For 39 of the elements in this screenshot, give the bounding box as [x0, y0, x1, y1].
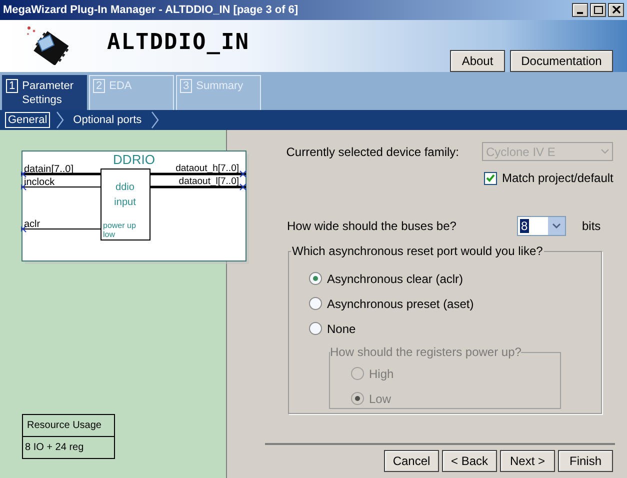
- radio-button[interactable]: [309, 272, 322, 285]
- radio-label: High: [369, 366, 394, 382]
- wizard-tab[interactable]: 1 Parameter Settings: [2, 75, 87, 110]
- device-family-label: Currently selected device family:: [286, 144, 459, 160]
- wizard-button[interactable]: < Back: [442, 450, 497, 472]
- maximize-button[interactable]: [590, 3, 606, 17]
- bus-width-label: How wide should the buses be?: [287, 218, 458, 235]
- radio-label: Low: [369, 390, 392, 408]
- minimize-button[interactable]: [572, 3, 588, 17]
- checkmark-icon: [486, 174, 495, 182]
- radio-label: None: [327, 320, 356, 338]
- wizard-button[interactable]: Finish: [558, 450, 613, 472]
- bits-unit: bits: [582, 218, 601, 235]
- close-icon: [612, 6, 620, 14]
- wizard-button[interactable]: Next >: [500, 450, 555, 472]
- close-button[interactable]: [608, 3, 624, 17]
- chevron-icon: [56, 111, 64, 129]
- ddrio-symbol-drawing: DDRIO ddio input power up low datain[7..0] inclock aclr dataout_h[7..0] dataout_l[7..0]: [21, 150, 251, 266]
- radio-label: Asynchronous clear (aclr): [327, 270, 464, 288]
- wizard-button[interactable]: About: [450, 50, 505, 72]
- wizard-button[interactable]: Cancel: [384, 450, 439, 472]
- wizard-button[interactable]: Documentation: [510, 50, 613, 72]
- breadcrumb-link[interactable]: Optional ports: [70, 112, 145, 128]
- breadcrumb-link[interactable]: General: [5, 112, 50, 128]
- table-header: Resource Usage: [23, 415, 114, 437]
- checkbox-label: Match project/default: [502, 170, 614, 187]
- group-title: Which asynchronous reset port would you like?: [292, 244, 543, 258]
- chevron-icon: [150, 111, 159, 129]
- radio-label: Asynchronous preset (aset): [327, 296, 474, 312]
- window-title: MegaWizard Plug-In Manager - ALTDDIO_IN [page 3 of 6]: [3, 2, 298, 18]
- table-cell-text: 8 IO + 24 reg: [24, 441, 85, 455]
- checkbox[interactable]: [484, 172, 497, 184]
- radio-button[interactable]: [309, 297, 322, 310]
- group-title: How should the registers power up?: [330, 345, 522, 359]
- chip-icon: [24, 25, 70, 65]
- radio-button[interactable]: [309, 322, 322, 335]
- maximize-icon: [594, 6, 602, 14]
- bus-width-combo[interactable]: 8: [517, 216, 566, 236]
- component-title: ALTDDIO_IN: [107, 29, 250, 57]
